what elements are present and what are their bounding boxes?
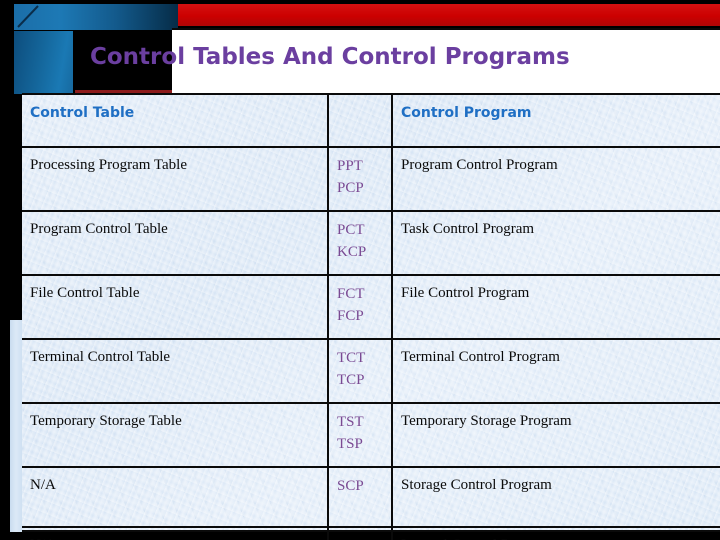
cell-abbreviation: TCT TCP [328,339,393,404]
cell-control-program: Program Control Program [392,147,720,212]
table-row: Terminal Control Table TCT TCP Terminal … [22,339,720,404]
control-program-name: Program Control Program [401,157,558,173]
table-row: Program Control Table PCT KCP Task Contr… [22,211,720,276]
cell-control-table: Terminal Control Table [22,339,329,404]
cell-control-table: N/A [22,527,329,540]
abbreviation-program: KCP [337,244,367,260]
table-row: File Control Table FCT FCP File Control … [22,275,720,340]
top-red-accent-bar [178,4,720,26]
control-program-name: Task Control Program [401,221,535,237]
table-header-row: Control Table Control Program [22,95,720,148]
diagonal-accent-icon [16,5,42,29]
cell-control-table: Program Control Table [22,211,329,276]
control-table-name: N/A [30,477,56,493]
control-table-name: Program Control Table [30,221,168,237]
table-row: N/A ICP Interval Control Program [22,527,720,540]
control-table-name: N/A [30,535,327,540]
cell-abbreviation: TST TSP [328,403,393,468]
table-header-cell-control-program: Control Program [392,95,720,148]
cell-abbreviation: FCT FCP [328,275,393,340]
cell-control-program: Task Control Program [392,211,720,276]
control-program-name: Terminal Control Program [401,349,560,365]
control-table: Control Table Control Program Processing… [22,95,720,540]
abbreviation-program: TSP [337,436,363,452]
left-accent-strip [10,320,22,532]
cell-control-program: Interval Control Program [392,527,720,540]
abbreviation-table: SCP [337,478,364,494]
cell-control-table: N/A [22,467,329,528]
control-table-container: Control Table Control Program Processing… [22,93,720,540]
abbreviation-program: TCP [337,372,365,388]
table-row: Processing Program Table PPT PCP Program… [22,147,720,212]
abbreviation-table: ICP [337,535,391,540]
table-row: N/A SCP Storage Control Program [22,467,720,528]
control-table-name: Processing Program Table [30,157,187,173]
page-title: Control Tables And Control Programs [90,44,570,70]
cell-abbreviation: PPT PCP [328,147,393,212]
cell-abbreviation: SCP [328,467,393,528]
cell-control-program: File Control Program [392,275,720,340]
slide-canvas: Control Tables And Control Programs Cont… [0,0,720,540]
control-program-name: Temporary Storage Program [401,413,572,429]
abbreviation-table: PPT [337,158,363,174]
control-program-name: Storage Control Program [401,477,552,493]
cell-control-program: Temporary Storage Program [392,403,720,468]
cell-abbreviation: PCT KCP [328,211,393,276]
column-header-control-table: Control Table [30,105,135,121]
cell-control-table: Temporary Storage Table [22,403,329,468]
table-header-cell-abbreviation [328,95,393,148]
cell-control-program: Terminal Control Program [392,339,720,404]
cell-control-program: Storage Control Program [392,467,720,528]
abbreviation-table: TST [337,414,364,430]
control-table-name: Temporary Storage Table [30,413,182,429]
column-header-control-program: Control Program [401,105,532,121]
cell-abbreviation: ICP [328,527,393,540]
cell-control-table: File Control Table [22,275,329,340]
cell-control-table: Processing Program Table [22,147,329,212]
control-program-name: File Control Program [401,285,530,301]
control-table-name: Terminal Control Table [30,349,171,365]
abbreviation-table: PCT [337,222,365,238]
abbreviation-table: FCT [337,286,365,302]
control-program-name: Interval Control Program [401,535,720,540]
title-panel-divider [172,28,720,30]
left-blue-accent-block [14,31,73,94]
abbreviation-program: FCP [337,308,364,324]
table-header-cell-control-table: Control Table [22,95,329,148]
abbreviation-table: TCT [337,350,366,366]
control-table-name: File Control Table [30,285,140,301]
table-row: Temporary Storage Table TST TSP Temporar… [22,403,720,468]
column-header-abbreviation [337,102,391,105]
abbreviation-program: PCP [337,180,364,196]
